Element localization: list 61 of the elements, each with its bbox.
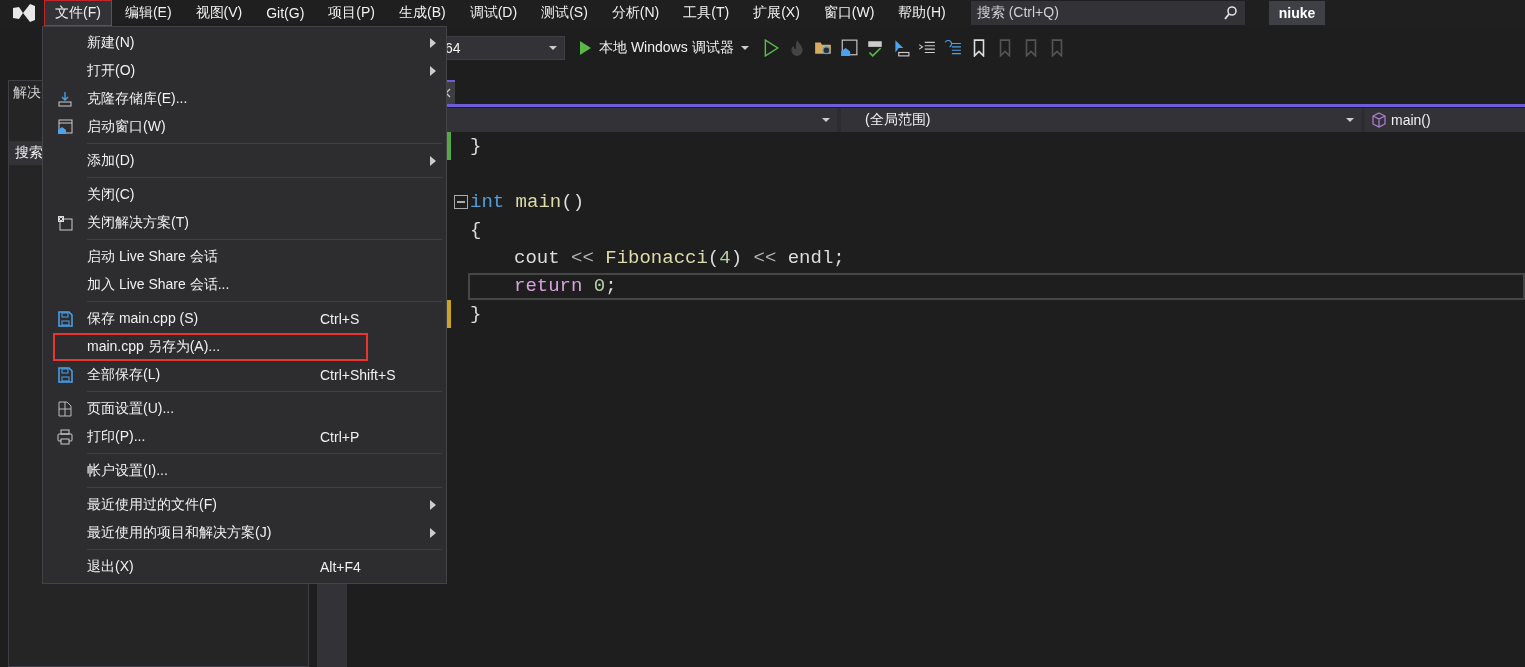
scope-dropdown[interactable]: (全局范围)	[841, 108, 1361, 132]
menu-entry[interactable]: 关闭(C)	[43, 181, 446, 209]
panel-title: 解决	[13, 84, 41, 102]
caret-icon	[1345, 115, 1355, 125]
window-home-icon[interactable]	[839, 39, 858, 57]
menu-entry[interactable]: 关闭解决方案(T)	[43, 209, 446, 237]
page-layout-icon	[57, 401, 73, 417]
menu-entry[interactable]: 加入 Live Share 会话...	[43, 271, 446, 299]
code-line: }	[469, 134, 483, 159]
menu-entry[interactable]: 帐户设置(I)...	[43, 457, 446, 485]
menu-item[interactable]: 视图(V)	[184, 0, 254, 26]
menu-item[interactable]: 帮助(H)	[887, 0, 957, 26]
menu-entry[interactable]: 退出(X) Alt+F4	[43, 553, 446, 581]
spell-check-icon[interactable]	[865, 39, 884, 57]
menu-item[interactable]: 扩展(X)	[742, 0, 811, 26]
menu-item[interactable]: 测试(S)	[530, 0, 599, 26]
menu-entry[interactable]: 保存 main.cpp (S) Ctrl+S	[43, 305, 446, 333]
window-home-icon	[57, 119, 73, 135]
caret-icon	[739, 43, 750, 53]
code-line: }	[469, 302, 483, 327]
code-line: cout << Fibonacci(4) << endl;	[513, 246, 846, 271]
save-icon	[57, 311, 73, 327]
menu-item[interactable]: 生成(B)	[388, 0, 457, 26]
menu-entry[interactable]: 启动窗口(W)	[43, 113, 446, 141]
menu-entry[interactable]: 添加(D)	[43, 147, 446, 175]
code-line: int main()	[469, 190, 586, 215]
printer-icon	[57, 429, 73, 445]
menu-entry[interactable]: 最近使用的项目和解决方案(J)	[43, 519, 446, 547]
cube-icon	[1371, 112, 1387, 128]
search-icon	[1222, 5, 1239, 21]
app-logo	[12, 3, 36, 23]
undo-lines-icon[interactable]	[943, 39, 962, 57]
menu-entry[interactable]: 打开(O)	[43, 57, 446, 85]
account-name[interactable]: niuke	[1268, 1, 1326, 25]
search-field[interactable]: 搜索 (Ctrl+Q)	[970, 1, 1245, 25]
menu-item[interactable]: 文件(F)	[44, 0, 112, 26]
menu-item[interactable]: 编辑(E)	[113, 0, 183, 26]
collapse-icon[interactable]	[454, 195, 468, 209]
menu-item[interactable]: 工具(T)	[672, 0, 741, 26]
download-icon	[57, 91, 73, 107]
menu-item[interactable]: Git(G)	[255, 0, 316, 26]
menu-entry[interactable]: main.cpp 另存为(A)...	[53, 333, 368, 361]
menu-item[interactable]: 调试(D)	[458, 0, 529, 26]
member-dropdown[interactable]: main()	[1365, 108, 1525, 132]
code-line: {	[469, 218, 483, 243]
close-window-icon	[57, 215, 73, 231]
caret-icon	[548, 43, 558, 53]
menu-item[interactable]: 项目(P)	[317, 0, 386, 26]
folder-search-icon[interactable]	[813, 39, 832, 57]
menu-entry[interactable]: 启动 Live Share 会话	[43, 243, 446, 271]
save-icon	[57, 367, 73, 383]
menu-entry[interactable]: 克隆存储库(E)...	[43, 85, 446, 113]
menu-entry[interactable]: 页面设置(U)...	[43, 395, 446, 423]
menu-item[interactable]: 窗口(W)	[812, 0, 886, 26]
menu-item[interactable]: 分析(N)	[600, 0, 671, 26]
start-debugging-button[interactable]: 本地 Windows 调试器	[573, 39, 754, 57]
menu-entry[interactable]: 全部保存(L) Ctrl+Shift+S	[43, 361, 446, 389]
caret-icon	[821, 115, 831, 125]
menu-entry[interactable]: 最近使用过的文件(F)	[43, 491, 446, 519]
menu-entry[interactable]: 打印(P)... Ctrl+P	[43, 423, 446, 451]
play-icon	[577, 40, 593, 56]
